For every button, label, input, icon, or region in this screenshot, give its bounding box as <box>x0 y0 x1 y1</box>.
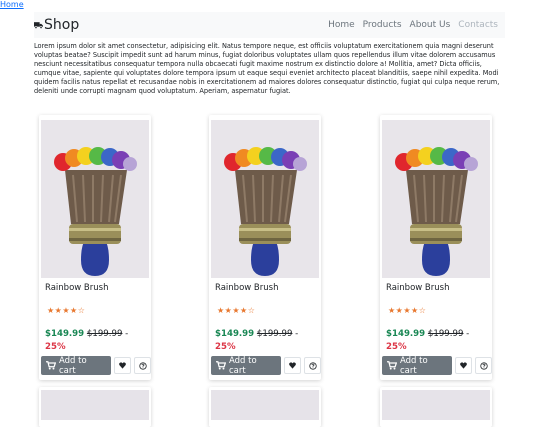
product-grid: Rainbow Brush ★★★★☆ $149.99 $199.99 - 25… <box>39 115 499 427</box>
product-title[interactable]: Rainbow Brush <box>215 283 278 293</box>
price: $149.99 <box>45 329 85 339</box>
heart-icon <box>289 362 296 369</box>
wishlist-button[interactable] <box>455 357 473 374</box>
price-separator: - <box>295 329 299 339</box>
product-card <box>39 387 151 427</box>
add-to-cart-button[interactable]: Add to cart <box>382 355 453 376</box>
info-button[interactable] <box>475 357 492 374</box>
price-block: $149.99 $199.99 - 25% <box>215 328 319 354</box>
home-link[interactable]: Home <box>0 0 24 10</box>
product-image[interactable] <box>41 120 149 278</box>
product-image[interactable] <box>41 390 149 420</box>
navbar: Shop Home Products About Us Contacts <box>34 12 505 38</box>
cart-icon <box>46 361 56 370</box>
old-price: $199.99 <box>86 329 123 339</box>
price-block: $149.99 $199.99 - 25% <box>45 328 149 354</box>
heart-icon <box>460 362 467 369</box>
nav-about[interactable]: About Us <box>406 20 455 30</box>
price: $149.99 <box>386 329 426 339</box>
product-card: Rainbow Brush ★★★★☆ $149.99 $199.99 - 25… <box>380 115 492 380</box>
card-actions: Add to cart <box>211 355 321 376</box>
question-circle-icon <box>308 361 317 370</box>
discount: 25% <box>215 342 236 352</box>
wishlist-button[interactable] <box>114 357 132 374</box>
card-actions: Add to cart <box>41 355 151 376</box>
rating-stars-icon: ★★★★☆ <box>217 306 256 315</box>
info-button[interactable] <box>304 357 321 374</box>
cart-icon <box>216 361 226 370</box>
add-to-cart-button[interactable]: Add to cart <box>211 355 282 376</box>
old-price: $199.99 <box>427 329 464 339</box>
product-card <box>209 387 321 427</box>
product-card <box>380 387 492 427</box>
card-actions: Add to cart <box>382 355 492 376</box>
rating-stars-icon: ★★★★☆ <box>388 306 427 315</box>
add-to-cart-label: Add to cart <box>228 355 257 376</box>
cart-icon <box>387 361 397 370</box>
add-to-cart-label: Add to cart <box>399 355 428 376</box>
product-card: Rainbow Brush ★★★★☆ $149.99 $199.99 - 25… <box>209 115 321 380</box>
price-separator: - <box>466 329 470 339</box>
product-title[interactable]: Rainbow Brush <box>45 283 108 293</box>
price: $149.99 <box>215 329 255 339</box>
product-image[interactable] <box>211 390 319 420</box>
nav-links: Home Products About Us Contacts <box>324 20 505 30</box>
add-to-cart-label: Add to cart <box>58 355 87 376</box>
question-circle-icon <box>479 361 488 370</box>
nav-products[interactable]: Products <box>359 20 406 30</box>
intro-text: Lorem ipsum dolor sit amet consectetur, … <box>34 42 500 96</box>
product-image[interactable] <box>382 390 490 420</box>
wishlist-button[interactable] <box>284 357 302 374</box>
brand-name: Shop <box>44 17 80 33</box>
info-button[interactable] <box>134 357 151 374</box>
product-card: Rainbow Brush ★★★★☆ $149.99 $199.99 - 25… <box>39 115 151 380</box>
discount: 25% <box>386 342 407 352</box>
price-block: $149.99 $199.99 - 25% <box>386 328 490 354</box>
heart-icon <box>119 362 126 369</box>
old-price: $199.99 <box>256 329 293 339</box>
add-to-cart-button[interactable]: Add to cart <box>41 355 112 376</box>
price-separator: - <box>125 329 129 339</box>
product-image[interactable] <box>211 120 319 278</box>
rating-stars-icon: ★★★★☆ <box>47 306 86 315</box>
brand[interactable]: Shop <box>34 17 79 33</box>
discount: 25% <box>45 342 66 352</box>
question-circle-icon <box>138 361 147 370</box>
product-title[interactable]: Rainbow Brush <box>386 283 449 293</box>
truck-icon <box>34 22 43 29</box>
product-image[interactable] <box>382 120 490 278</box>
nav-home[interactable]: Home <box>324 20 359 30</box>
nav-contacts: Contacts <box>458 20 498 30</box>
